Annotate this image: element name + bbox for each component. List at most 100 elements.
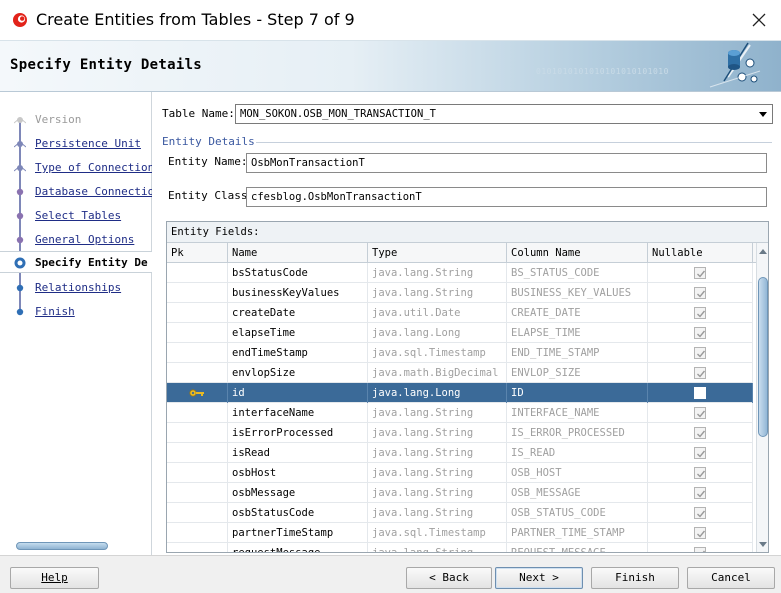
column-header-column-name[interactable]: Column Name	[507, 243, 648, 263]
type-cell[interactable]: java.lang.String	[368, 263, 507, 283]
pk-cell[interactable]	[167, 403, 228, 423]
name-cell[interactable]: isErrorProcessed	[228, 423, 368, 443]
nullable-checkbox[interactable]	[694, 387, 706, 399]
column-cell[interactable]: IS_ERROR_PROCESSED	[507, 423, 648, 443]
type-cell[interactable]: java.math.BigDecimal	[368, 363, 507, 383]
pk-cell[interactable]	[167, 423, 228, 443]
nav-step-label[interactable]: Finish	[35, 305, 75, 318]
name-cell[interactable]: id	[228, 383, 368, 403]
pk-cell[interactable]	[167, 443, 228, 463]
table-row[interactable]: createDate java.util.Date CREATE_DATE	[167, 303, 753, 323]
nullable-checkbox[interactable]	[694, 287, 706, 299]
table-row[interactable]: partnerTimeStamp java.sql.Timestamp PARTNE…	[167, 523, 753, 543]
type-cell[interactable]: java.lang.String	[368, 463, 507, 483]
nullable-checkbox[interactable]	[694, 527, 706, 539]
type-cell[interactable]: java.lang.Long	[368, 323, 507, 343]
nav-step-relationships[interactable]: Relationships	[0, 277, 152, 299]
table-name-select[interactable]: MON_SOKON.OSB_MON_TRANSACTION_T	[235, 104, 773, 124]
column-cell[interactable]: INTERFACE_NAME	[507, 403, 648, 423]
name-cell[interactable]: osbStatusCode	[228, 503, 368, 523]
type-cell[interactable]: java.lang.String	[368, 543, 507, 552]
name-cell[interactable]: elapseTime	[228, 323, 368, 343]
nullable-checkbox[interactable]	[694, 327, 706, 339]
table-row[interactable]: elapseTime java.lang.Long ELAPSE_TIME	[167, 323, 753, 343]
nullable-checkbox[interactable]	[694, 507, 706, 519]
nav-step-general-options[interactable]: General Options	[0, 229, 152, 251]
pk-cell[interactable]	[167, 383, 228, 403]
pk-cell[interactable]	[167, 343, 228, 363]
column-cell[interactable]: END_TIME_STAMP	[507, 343, 648, 363]
pk-cell[interactable]	[167, 503, 228, 523]
table-row[interactable]: envlopSize java.math.BigDecimal ENVLOP_SIZ…	[167, 363, 753, 383]
nav-step-label[interactable]: Relationships	[35, 281, 121, 294]
table-row[interactable]: bsStatusCode java.lang.String BS_STATUS_CO…	[167, 263, 753, 283]
type-cell[interactable]: java.lang.String	[368, 403, 507, 423]
column-cell[interactable]: IS_READ	[507, 443, 648, 463]
entity-class-field[interactable]: cfesblog.OsbMonTransactionT	[246, 187, 767, 207]
next-button[interactable]: Next >	[495, 567, 583, 589]
type-cell[interactable]: java.lang.String	[368, 503, 507, 523]
finish-button[interactable]: Finish	[591, 567, 679, 589]
column-cell[interactable]: OSB_STATUS_CODE	[507, 503, 648, 523]
table-row[interactable]: osbHost java.lang.String OSB_HOST	[167, 463, 753, 483]
nav-step-type-of-connection[interactable]: Type of Connection	[0, 157, 154, 179]
type-cell[interactable]: java.lang.String	[368, 483, 507, 503]
table-row[interactable]: osbMessage java.lang.String OSB_MESSAGE	[167, 483, 753, 503]
column-cell[interactable]: OSB_MESSAGE	[507, 483, 648, 503]
nav-step-specify-entity-details[interactable]: Specify Entity De	[0, 251, 152, 273]
table-row[interactable]: businessKeyValues java.lang.String BUSINES…	[167, 283, 753, 303]
column-header-nullable[interactable]: Nullable	[648, 243, 753, 263]
type-cell[interactable]: java.lang.String	[368, 283, 507, 303]
nullable-checkbox[interactable]	[694, 547, 706, 552]
grid-vertical-scrollbar[interactable]	[756, 243, 768, 552]
table-row[interactable]: isErrorProcessed java.lang.String IS_ERROR…	[167, 423, 753, 443]
table-row[interactable]: isRead java.lang.String IS_READ	[167, 443, 753, 463]
pk-cell[interactable]	[167, 303, 228, 323]
nullable-checkbox[interactable]	[694, 447, 706, 459]
nullable-checkbox[interactable]	[694, 267, 706, 279]
entity-name-field[interactable]: OsbMonTransactionT	[246, 153, 767, 173]
nav-step-label[interactable]: Database Connection	[35, 185, 161, 198]
table-row[interactable]: interfaceName java.lang.String INTERFACE_N…	[167, 403, 753, 423]
type-cell[interactable]: java.lang.Long	[368, 383, 507, 403]
name-cell[interactable]: requestMessage	[228, 543, 368, 552]
type-cell[interactable]: java.util.Date	[368, 303, 507, 323]
type-cell[interactable]: java.sql.Timestamp	[368, 523, 507, 543]
nav-step-label[interactable]: Select Tables	[35, 209, 121, 222]
pk-cell[interactable]	[167, 463, 228, 483]
nav-step-label[interactable]: General Options	[35, 233, 134, 246]
column-cell[interactable]: ELAPSE_TIME	[507, 323, 648, 343]
nav-step-label[interactable]: Persistence Unit	[35, 137, 141, 150]
column-header-type[interactable]: Type	[368, 243, 507, 263]
nav-scroll-thumb[interactable]	[16, 542, 108, 550]
nullable-checkbox[interactable]	[694, 467, 706, 479]
pk-cell[interactable]	[167, 263, 228, 283]
help-button[interactable]: Help	[10, 567, 99, 589]
nullable-checkbox[interactable]	[694, 407, 706, 419]
pk-cell[interactable]	[167, 363, 228, 383]
back-button[interactable]: < Back	[406, 567, 492, 589]
nav-step-persistence-unit[interactable]: Persistence Unit	[0, 133, 152, 155]
name-cell[interactable]: osbMessage	[228, 483, 368, 503]
table-row[interactable]: endTimeStamp java.sql.Timestamp END_TIME_S…	[167, 343, 753, 363]
nullable-checkbox[interactable]	[694, 427, 706, 439]
name-cell[interactable]: bsStatusCode	[228, 263, 368, 283]
nav-step-select-tables[interactable]: Select Tables	[0, 205, 152, 227]
column-cell[interactable]: BS_STATUS_CODE	[507, 263, 648, 283]
pk-cell[interactable]	[167, 323, 228, 343]
nav-step-database-connection[interactable]: Database Connection	[0, 181, 161, 203]
table-row[interactable]: osbStatusCode java.lang.String OSB_STATUS_…	[167, 503, 753, 523]
scroll-up-icon[interactable]	[759, 249, 767, 254]
name-cell[interactable]: endTimeStamp	[228, 343, 368, 363]
nav-horizontal-scrollbar[interactable]	[4, 540, 149, 552]
type-cell[interactable]: java.lang.String	[368, 443, 507, 463]
type-cell[interactable]: java.lang.String	[368, 423, 507, 443]
nullable-checkbox[interactable]	[694, 367, 706, 379]
pk-cell[interactable]	[167, 543, 228, 552]
nullable-checkbox[interactable]	[694, 487, 706, 499]
name-cell[interactable]: businessKeyValues	[228, 283, 368, 303]
name-cell[interactable]: isRead	[228, 443, 368, 463]
name-cell[interactable]: interfaceName	[228, 403, 368, 423]
pk-cell[interactable]	[167, 483, 228, 503]
column-cell[interactable]: ENVLOP_SIZE	[507, 363, 648, 383]
